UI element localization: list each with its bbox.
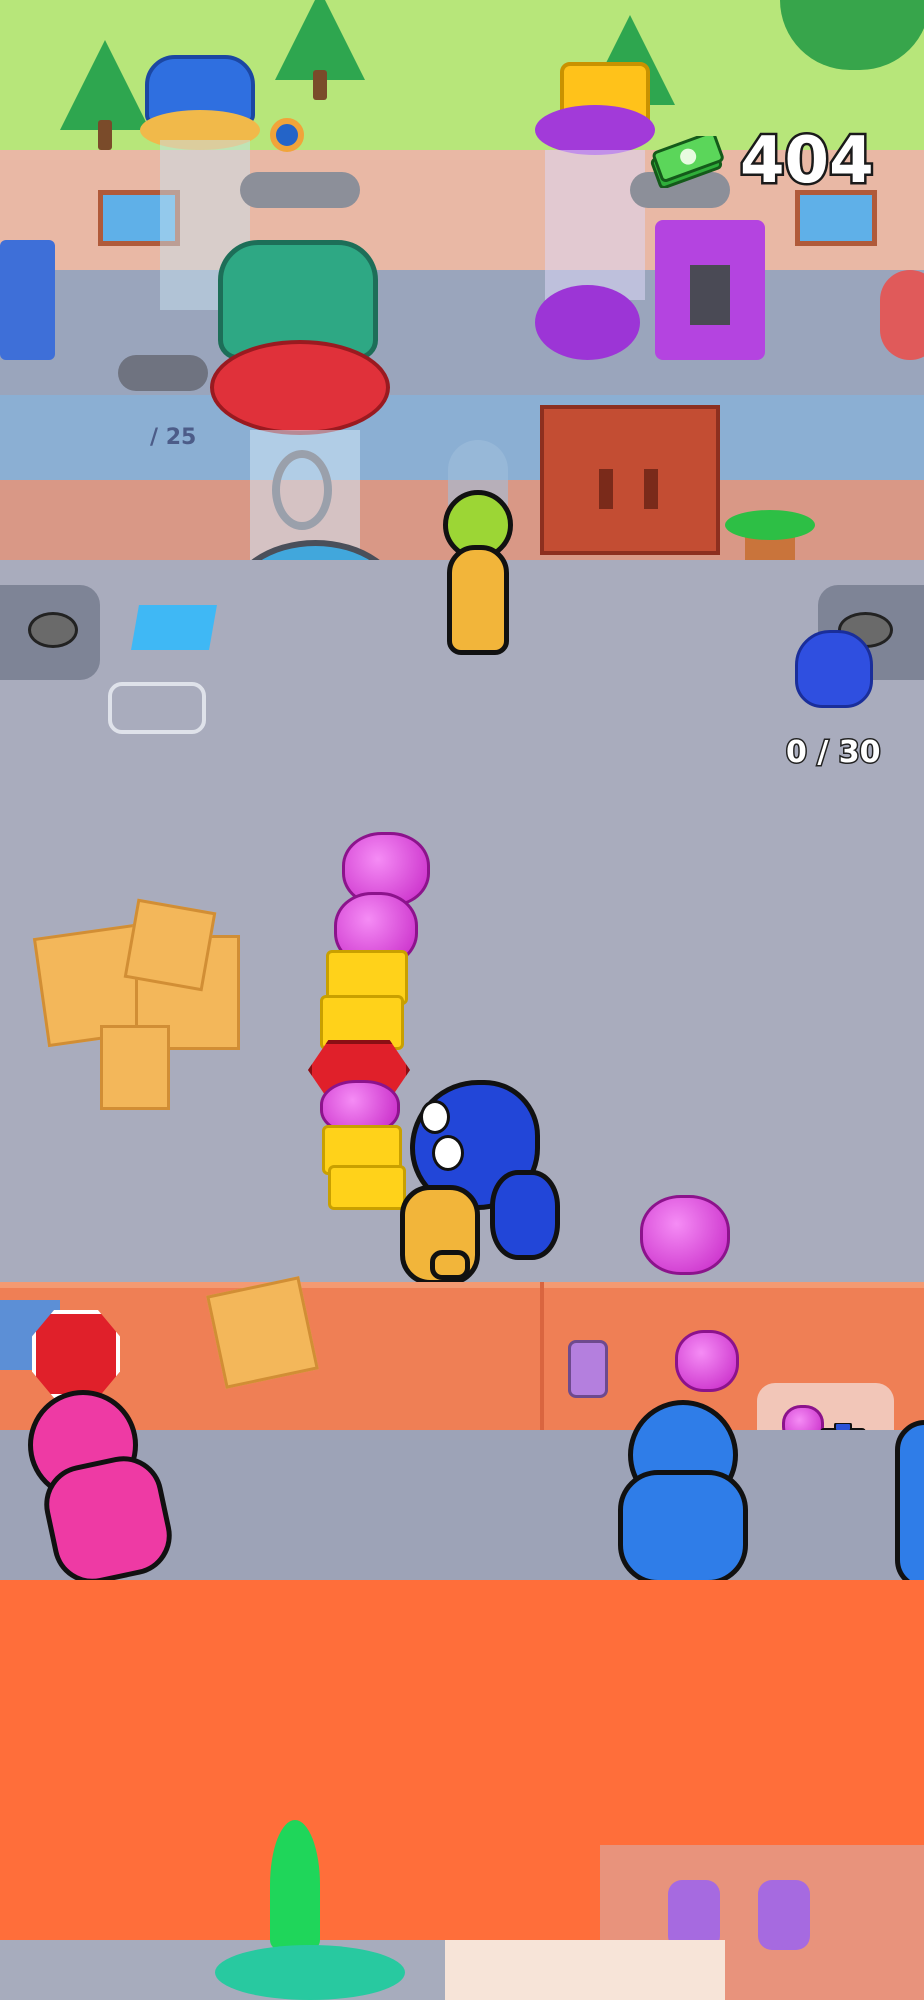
floor-mat [445, 1940, 725, 2000]
factory-door [540, 405, 720, 555]
cash-stack-icon [650, 136, 724, 188]
jar [758, 1880, 810, 1950]
valve [270, 118, 304, 152]
customer-blue-partial [895, 1420, 924, 1590]
cardboard-box [123, 898, 217, 992]
purple-jelly-order [675, 1330, 739, 1392]
side-machine [0, 240, 55, 360]
partial-counter-label: / 25 [150, 425, 197, 450]
jelly-counter: 0 / 30 [784, 734, 881, 772]
customer-blue-body [618, 1470, 748, 1585]
blue-floor-tile[interactable] [131, 605, 217, 650]
money-value: 404 [738, 122, 877, 201]
player-eye [432, 1135, 464, 1171]
counter-seam [540, 1282, 544, 1430]
purple-jelly-pickup[interactable] [640, 1195, 730, 1275]
red-press [210, 340, 390, 435]
plant-leaves [215, 1945, 405, 2000]
money-display: 404 [648, 118, 908, 208]
machine-cap [535, 105, 655, 155]
player-backpack [490, 1170, 560, 1260]
tree [275, 0, 365, 100]
jar [568, 1340, 608, 1398]
player-eye [420, 1100, 450, 1134]
tree [60, 40, 150, 150]
cardboard-box [206, 1276, 319, 1389]
spring [272, 450, 332, 530]
dispenser-slot [690, 265, 730, 325]
drop-zone-outline[interactable] [108, 682, 206, 734]
slime-monster-icon [28, 612, 78, 648]
pipe [240, 172, 360, 208]
npc-worker-body [447, 545, 509, 655]
glass-tube [545, 150, 645, 300]
jelly-icon [795, 630, 873, 708]
plant-leaves [725, 510, 815, 540]
machine-base [535, 285, 640, 360]
red-jelly-order [32, 1310, 120, 1398]
player-leg [430, 1250, 470, 1280]
pipe [118, 355, 208, 391]
yellow-jelly [328, 1165, 406, 1210]
cardboard-box [100, 1025, 170, 1110]
plant-leaf [270, 1820, 320, 1950]
side-machine [880, 270, 924, 360]
